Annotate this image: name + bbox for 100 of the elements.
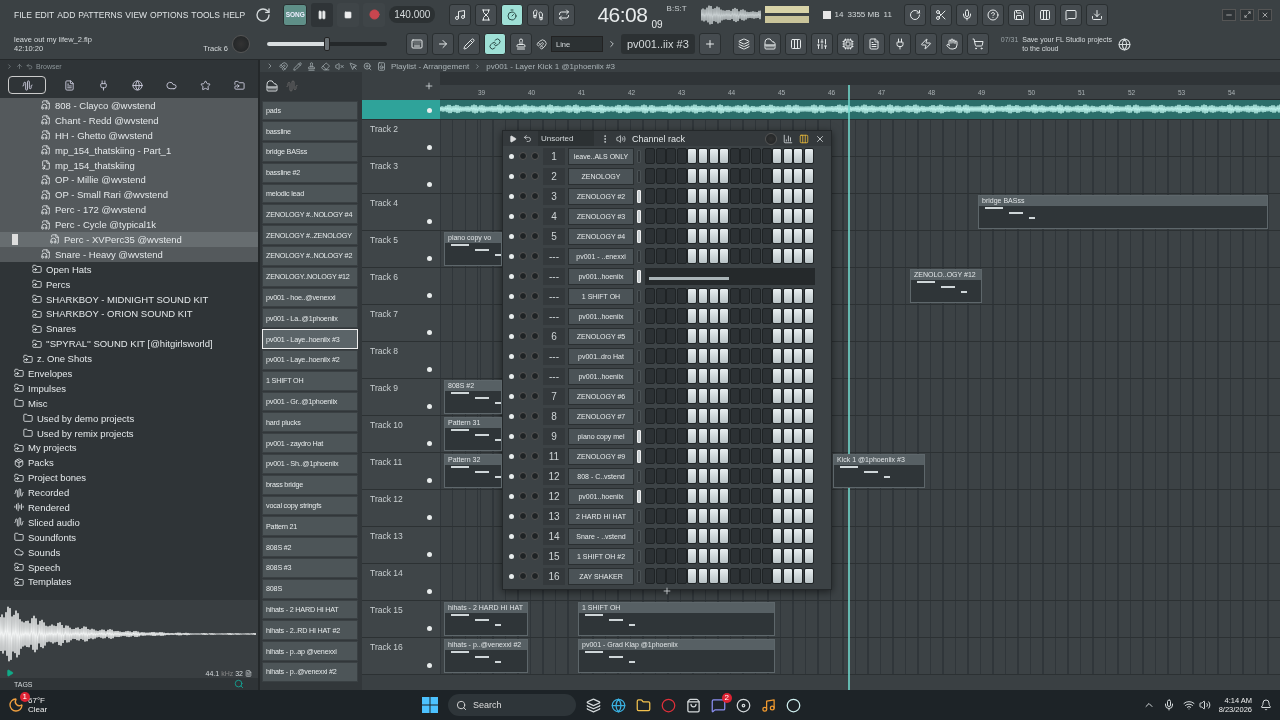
- menu-item[interactable]: HELP: [223, 9, 246, 20]
- menu-item[interactable]: FILE: [14, 9, 32, 20]
- browser-item[interactable]: Used by demo projects: [0, 410, 258, 426]
- mixer-track-number[interactable]: 6: [543, 327, 565, 345]
- browser-item[interactable]: Sounds: [0, 544, 258, 560]
- track-header[interactable]: Track 2: [362, 120, 440, 157]
- weather-condition: Clear: [28, 705, 48, 714]
- mixer-track-number[interactable]: 8: [543, 407, 565, 425]
- track-label: Track 13: [370, 531, 403, 541]
- mixer-track-number[interactable]: 4: [543, 207, 565, 225]
- track-header[interactable]: Track 3: [362, 157, 440, 194]
- menu-item[interactable]: PATTERNS: [78, 9, 123, 20]
- browser-item[interactable]: SHARKBOY - ORION SOUND KIT: [0, 306, 258, 322]
- track-header[interactable]: Track 9: [362, 379, 440, 416]
- track-header[interactable]: Track 11: [362, 453, 440, 490]
- track-header[interactable]: Track 4: [362, 194, 440, 231]
- mixer-track-number[interactable]: ---: [543, 267, 565, 285]
- track-header[interactable]: Track 6: [362, 268, 440, 305]
- browser-item[interactable]: Templates: [0, 574, 258, 590]
- browser-item[interactable]: Envelopes: [0, 366, 258, 381]
- track-label: Track 4: [370, 198, 399, 208]
- browser-item[interactable]: OP - Small Rari @wvstend: [0, 187, 258, 203]
- mixer-track-number[interactable]: ---: [543, 307, 565, 325]
- browser-item[interactable]: Sliced audio: [0, 514, 258, 530]
- mixer-track-number[interactable]: ---: [543, 367, 565, 385]
- song-time: 46:08: [597, 4, 648, 26]
- menu-item[interactable]: TOOLS: [191, 9, 221, 20]
- mixer-track-number[interactable]: 5: [543, 227, 565, 245]
- browser-item[interactable]: My projects: [0, 440, 258, 456]
- browser-item[interactable]: Speech: [0, 559, 258, 575]
- pattern-selector[interactable]: pv001..iix #3: [621, 34, 695, 55]
- track-label: Track 9: [370, 383, 399, 393]
- browser-item[interactable]: 808 - Clayco @wvstend: [0, 98, 258, 113]
- mixer-track-number[interactable]: ---: [543, 287, 565, 305]
- track-header[interactable]: Track 10: [362, 416, 440, 453]
- browser-item[interactable]: ''SPYRAL'' SOUND KIT [@hitgirlsworld]: [0, 336, 258, 352]
- browser-item[interactable]: Percs: [0, 276, 258, 292]
- track-label: Track 16: [370, 642, 403, 652]
- track-header[interactable]: Track 8: [362, 342, 440, 379]
- browser-item[interactable]: z. One Shots: [0, 351, 258, 367]
- track-label: Track 14: [370, 568, 403, 578]
- track-label: Track 12: [370, 494, 403, 504]
- track-label: Track 3: [370, 161, 399, 171]
- mixer-track-number[interactable]: 15: [543, 547, 565, 565]
- track-header[interactable]: Track 15: [362, 601, 440, 638]
- mixer-track-number[interactable]: ---: [543, 347, 565, 365]
- browser-item[interactable]: OP - Millie @wvstend: [0, 172, 258, 188]
- browser-item[interactable]: Recorded: [0, 485, 258, 501]
- mixer-track-number[interactable]: 16: [543, 567, 565, 585]
- browser-item[interactable]: Packs: [0, 455, 258, 471]
- browser-item[interactable]: Soundfonts: [0, 529, 258, 545]
- track-label: Track 7: [370, 309, 399, 319]
- browser-item[interactable]: Rendered: [0, 500, 258, 515]
- browser-item[interactable]: Perc - Cycle @typical1k: [0, 217, 258, 232]
- mixer-track-number[interactable]: 12: [543, 487, 565, 505]
- mixer-track-number[interactable]: 2: [543, 167, 565, 185]
- mixer-track-number[interactable]: ---: [543, 247, 565, 265]
- track-header[interactable]: Track 5: [362, 231, 440, 268]
- mixer-track-number[interactable]: 1: [543, 147, 565, 165]
- browser-item[interactable]: Perc - XVPerc35 @wvstend: [0, 232, 258, 247]
- playlist-title: Playlist - Arrangement: [391, 61, 470, 71]
- track-header[interactable]: Track 7: [362, 305, 440, 342]
- song-ticks: 09: [651, 18, 663, 30]
- browser-item[interactable]: Misc: [0, 395, 258, 411]
- track-label: Track 11: [370, 457, 403, 467]
- track-header[interactable]: Track 12: [362, 490, 440, 527]
- browser-item[interactable]: Open Hats: [0, 261, 258, 277]
- mixer-track-number[interactable]: 13: [543, 507, 565, 525]
- tempo-display[interactable]: 140.000: [389, 6, 436, 24]
- browser-item[interactable]: Perc - 172 @wvstend: [0, 202, 258, 218]
- polyphony-count: 11: [883, 10, 892, 20]
- browser-item[interactable]: Impulses: [0, 380, 258, 396]
- track-header[interactable]: Track 13: [362, 527, 440, 564]
- channel-rack-title: Channel rack: [632, 133, 686, 144]
- time-unit-label: B:S:T: [666, 4, 687, 13]
- mixer-track-number[interactable]: 12: [543, 467, 565, 485]
- mixer-track-number[interactable]: 3: [543, 187, 565, 205]
- browser-item[interactable]: SHARKBOY - MIDNIGHT SOUND KIT: [0, 291, 258, 307]
- mixer-track-number[interactable]: 14: [543, 527, 565, 545]
- menu-item[interactable]: OPTIONS: [150, 9, 189, 20]
- menu-item[interactable]: VIEW: [125, 9, 148, 20]
- track-label: Track 5: [370, 235, 399, 245]
- search-field[interactable]: Search: [448, 694, 576, 716]
- mixer-track-number[interactable]: 7: [543, 387, 565, 405]
- browser-item[interactable]: Used by remix projects: [0, 425, 258, 441]
- track-label: Track 8: [370, 346, 399, 356]
- track-label: Track 15: [370, 605, 403, 615]
- voice-count: 14: [834, 10, 844, 20]
- notification-badge: 2: [721, 692, 732, 703]
- browser-item[interactable]: Project bones: [0, 470, 258, 486]
- browser-item[interactable]: Snares: [0, 321, 258, 337]
- track-header[interactable]: Track 14: [362, 564, 440, 601]
- mixer-track-number[interactable]: 11: [543, 447, 565, 465]
- menu-item[interactable]: ADD: [57, 9, 76, 20]
- track-header[interactable]: Track 16: [362, 638, 440, 675]
- menu-item[interactable]: EDIT: [34, 9, 55, 20]
- filter-select[interactable]: Unsorted: [538, 131, 594, 146]
- temperature: 67°F: [28, 696, 46, 705]
- track-label: Track 2: [370, 124, 399, 134]
- mixer-track-number[interactable]: 9: [543, 427, 565, 445]
